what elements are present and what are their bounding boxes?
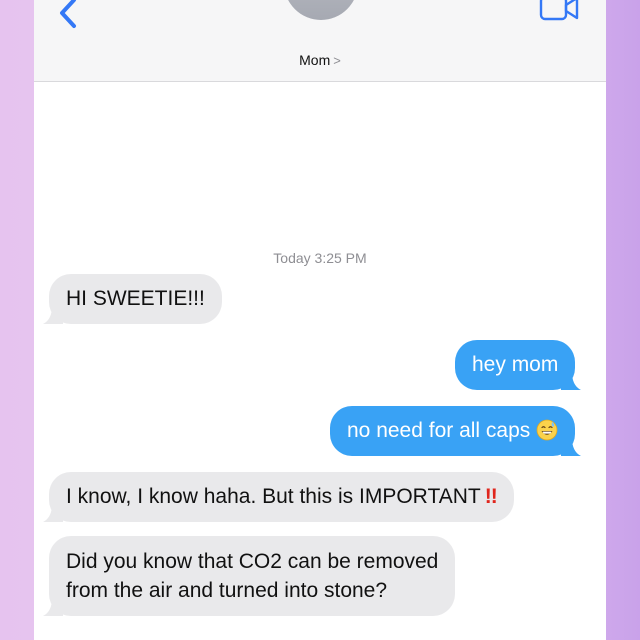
chevron-right-icon: >: [333, 53, 341, 68]
facetime-button[interactable]: [538, 0, 580, 24]
video-camera-icon: [539, 0, 579, 21]
contact-name: Mom: [299, 52, 331, 68]
avatar-initial: M: [284, 0, 358, 3]
double-exclamation-emoji: !!: [484, 485, 498, 508]
grinning-sweat-emoji-icon: [536, 419, 558, 441]
message-text-line: Did you know that CO2 can be removed: [66, 550, 439, 573]
timestamp: Today 3:25 PM: [273, 250, 367, 266]
message-text: HI SWEETIE!!!: [66, 287, 205, 310]
contact-name-button[interactable]: Mom >: [34, 52, 606, 68]
message-bubble-outgoing[interactable]: no need for all caps: [330, 406, 582, 456]
message-bubble-incoming[interactable]: Did you know that CO2 can be removed fro…: [43, 536, 456, 616]
message-bubble-incoming[interactable]: HI SWEETIE!!!: [43, 274, 222, 324]
bubble-tail: [561, 438, 582, 456]
bubble-tail: [43, 306, 63, 324]
back-button[interactable]: [52, 0, 82, 30]
message-text: I know, I know haha. But this is IMPORTA…: [66, 485, 481, 508]
avatar[interactable]: M: [284, 0, 358, 20]
message-text: hey mom: [472, 353, 559, 376]
chevron-left-icon: [60, 0, 76, 28]
message-text-line: from the air and turned into stone?: [66, 579, 388, 602]
message-text: no need for all caps: [347, 419, 531, 442]
messages-screen: M Mom> Today 3:25 PM HI SWEETIE!!! hey m…: [34, 0, 606, 640]
bubble-tail: [43, 598, 63, 616]
bubble-tail: [43, 504, 63, 522]
message-bubble-outgoing[interactable]: hey mom: [455, 340, 582, 390]
conversation-header: M Mom>: [34, 0, 606, 82]
message-bubble-incoming[interactable]: I know, I know haha. But this is IMPORTA…: [43, 472, 514, 522]
bubble-tail: [561, 372, 582, 390]
